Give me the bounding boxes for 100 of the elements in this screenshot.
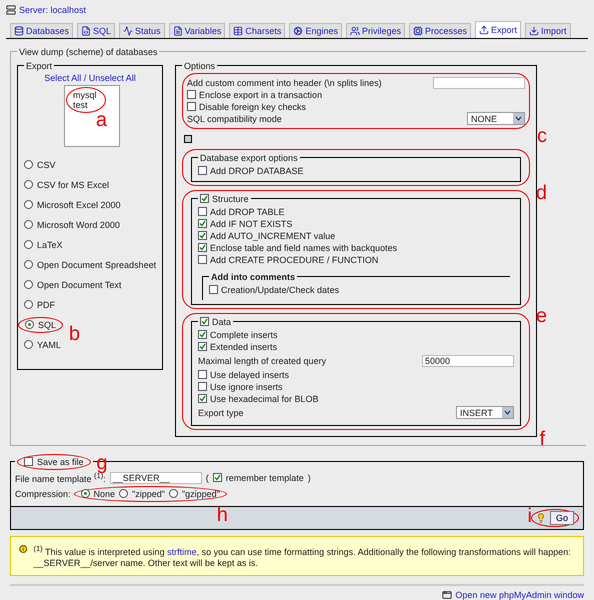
table-icon [233, 26, 244, 36]
format-label: CSV [37, 160, 56, 170]
annotation-letter: f [539, 428, 545, 449]
server-icon [6, 5, 16, 16]
compression-label: "gzipped" [182, 488, 220, 499]
go-button[interactable]: Go [550, 510, 574, 525]
new-window-link[interactable]: Open new phpMyAdmin window [455, 590, 584, 600]
annotation-letter: i [528, 506, 532, 526]
comment-field[interactable] [433, 76, 525, 89]
radio-button[interactable] [24, 300, 33, 310]
section-title: View dump (scheme) of databases [19, 46, 158, 57]
chip-icon [412, 26, 423, 36]
option-label: Add IF NOT EXISTS [210, 218, 292, 229]
checkbox[interactable] [187, 90, 196, 100]
lightbulb-icon [536, 512, 546, 523]
option-label: Compression: [15, 488, 71, 499]
option-label: Use hexadecimal for BLOB [210, 394, 319, 404]
format-label: Microsoft Word 2000 [37, 220, 120, 230]
checkbox[interactable] [198, 342, 207, 352]
annotation-letter: h [216, 504, 228, 525]
section-title: Options [184, 60, 216, 71]
format-label: Open Document Spreadsheet [37, 260, 156, 270]
checkbox[interactable] [198, 255, 207, 264]
database-option[interactable]: mysql [73, 90, 99, 100]
tab[interactable]: Charsets [229, 22, 286, 38]
upload-icon [479, 24, 490, 35]
option-label: Disable foreign key checks [199, 102, 306, 112]
caret-icon [502, 407, 513, 418]
select-all-link[interactable]: Select All / Unselect All [24, 72, 156, 83]
checkbox[interactable] [198, 243, 207, 252]
option-label: Add AUTO_INCREMENT value [210, 230, 336, 241]
checkbox[interactable] [198, 394, 207, 404]
option-label: Add custom comment into header (\n splits lines) [187, 78, 382, 88]
tab[interactable]: Privileges [346, 22, 405, 38]
option-label: Enclose export in a transaction [199, 90, 322, 100]
option-label: Creation/Update/Check dates [221, 284, 340, 295]
radio-button[interactable] [24, 260, 33, 270]
tab[interactable]: Processes [408, 22, 472, 38]
pulse-icon [123, 26, 134, 36]
format-label: LaTeX [37, 240, 63, 250]
tab[interactable]: Variables [168, 22, 226, 38]
checkbox[interactable] [200, 317, 209, 326]
code-file-icon [81, 26, 92, 36]
option-label: Use ignore inserts [210, 382, 283, 392]
paren-text: ) [308, 472, 311, 483]
option-label: remember template [226, 472, 304, 483]
checkbox[interactable] [200, 194, 209, 204]
radio-button[interactable] [24, 160, 33, 170]
section-title: Data [212, 316, 232, 327]
compression-label: "zipped" [132, 488, 165, 499]
radio-button[interactable] [168, 489, 178, 498]
radio-button[interactable] [119, 489, 128, 498]
export-type-select[interactable]: INSERT [456, 406, 514, 420]
radio-button[interactable] [24, 240, 33, 250]
annotation-letter: b [68, 324, 80, 344]
gear-icon [293, 26, 304, 36]
radio-button[interactable] [24, 180, 33, 190]
query-length-field[interactable]: 50000 [422, 354, 514, 367]
checkbox[interactable] [198, 207, 207, 216]
checkbox[interactable] [198, 370, 207, 380]
radio-button[interactable] [25, 320, 34, 330]
radio-button[interactable] [24, 340, 33, 350]
tab[interactable]: Export [475, 20, 522, 38]
option-label: Export type [198, 408, 244, 418]
tab[interactable]: Engines [289, 22, 342, 38]
option-label: Maximal length of created query [198, 356, 326, 366]
document-icon [172, 26, 183, 36]
section-title: Save as file [37, 456, 84, 467]
option-label: Enclose table and field names with backquotes [210, 242, 398, 253]
checkbox[interactable] [198, 382, 207, 392]
format-label: Microsoft Excel 2000 [37, 200, 121, 210]
tab[interactable]: Databases [10, 22, 74, 38]
radio-button[interactable] [24, 220, 33, 230]
section-title: Export [26, 60, 52, 71]
checkbox[interactable] [198, 219, 207, 228]
checkbox[interactable] [198, 330, 207, 340]
database-option[interactable]: test [73, 100, 99, 110]
checkbox[interactable] [187, 102, 196, 112]
database-list[interactable]: mysql test a [64, 84, 120, 147]
checkbox[interactable] [24, 457, 33, 466]
checkbox[interactable] [212, 473, 222, 482]
section-title: Database export options [200, 152, 298, 163]
checkbox[interactable] [198, 166, 207, 176]
radio-button[interactable] [80, 489, 90, 498]
radio-button[interactable] [24, 280, 33, 290]
option-label: Extended inserts [210, 342, 278, 352]
tab[interactable]: Import [525, 22, 571, 38]
template-field[interactable]: __SERVER__ [110, 472, 202, 484]
help-icon[interactable] [184, 134, 192, 143]
tab[interactable]: SQL [77, 22, 116, 38]
compression-label: None [94, 488, 116, 499]
section-title: Structure [212, 194, 249, 204]
strftime-link[interactable]: strftime [167, 547, 197, 557]
option-label: Use delayed inserts [210, 370, 290, 380]
compat-select[interactable]: NONE [467, 112, 525, 126]
checkbox[interactable] [209, 285, 218, 294]
checkbox[interactable] [198, 231, 207, 240]
option-label: Add DROP TABLE [210, 206, 285, 217]
radio-button[interactable] [24, 200, 33, 210]
tab[interactable]: Status [119, 22, 165, 38]
